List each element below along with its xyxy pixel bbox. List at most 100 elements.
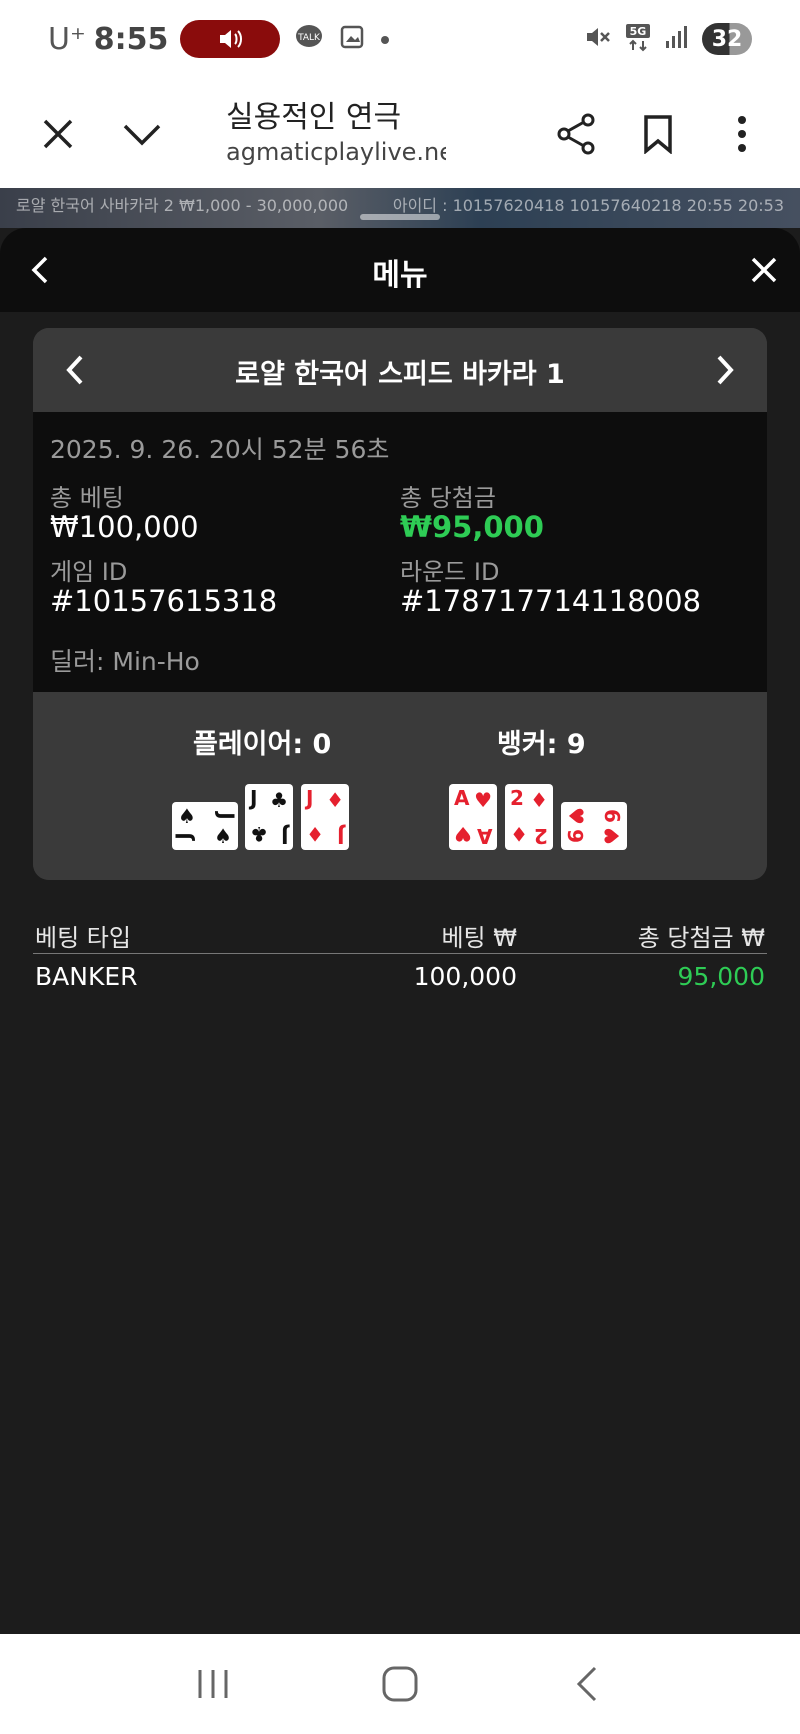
banker-card-1: A ♥ ♥ A bbox=[449, 784, 497, 850]
battery-indicator: 32 bbox=[702, 23, 752, 55]
banker-card-3: ♥ 6 6 ♥ bbox=[561, 802, 627, 850]
round-id-value: #178717714118008 bbox=[400, 584, 702, 618]
recent-apps-icon bbox=[198, 1670, 228, 1698]
player-card-3: J ♦ ♦ J bbox=[301, 784, 349, 850]
talk-icon: TALK bbox=[294, 23, 324, 55]
total-win-label: 총 당첨금 bbox=[400, 484, 496, 512]
close-tab-button[interactable] bbox=[28, 104, 88, 164]
total-win-value: ₩95,000 bbox=[400, 510, 544, 544]
more-options-button[interactable] bbox=[712, 104, 772, 164]
round-result: 플레이어: 0 뱅커: 9 ♠ J J ♠ J ♣ ♣ J J ♦ ♦ J A … bbox=[33, 692, 767, 880]
bet-table-header: 베팅 타입 베팅 ₩ 총 당첨금 ₩ bbox=[33, 912, 767, 954]
system-navigation-bar bbox=[0, 1634, 800, 1734]
more-vert-icon bbox=[738, 116, 746, 152]
card-rank: J bbox=[336, 824, 344, 848]
card-suit: ♠ bbox=[178, 804, 196, 828]
round-info: 2025. 9. 26. 20시 52분 56초 총 베팅 ₩100,000 총… bbox=[33, 412, 767, 692]
bet-table: 베팅 타입 베팅 ₩ 총 당첨금 ₩ BANKER 100,000 95,000 bbox=[33, 912, 767, 998]
round-id-label: 라운드 ID bbox=[400, 558, 500, 586]
banker-card-2: 2 ♦ ♦ 2 bbox=[505, 784, 553, 850]
game-id-label: 게임 ID bbox=[50, 558, 128, 586]
bet-type-cell: BANKER bbox=[35, 962, 138, 991]
share-button[interactable] bbox=[546, 104, 606, 164]
next-round-button[interactable] bbox=[703, 348, 747, 392]
recent-apps-button[interactable] bbox=[183, 1654, 243, 1714]
sound-playing-indicator[interactable] bbox=[180, 20, 281, 58]
card-rank: J bbox=[250, 786, 258, 810]
card-suit: ♣ bbox=[270, 788, 288, 812]
menu-title: 메뉴 bbox=[372, 258, 428, 293]
chevron-right-icon bbox=[717, 355, 734, 385]
card-suit: ♠ bbox=[214, 824, 232, 848]
game-id-value: #10157615318 bbox=[50, 584, 278, 618]
back-button[interactable] bbox=[557, 1654, 617, 1714]
mute-icon bbox=[584, 23, 612, 55]
close-icon bbox=[43, 119, 73, 149]
card-rank: J bbox=[172, 832, 196, 840]
card-rank: 2 bbox=[510, 786, 524, 810]
card-rank: 2 bbox=[534, 824, 548, 848]
minimize-button[interactable] bbox=[112, 104, 172, 164]
card-suit: ♥ bbox=[600, 827, 625, 845]
svg-text:TALK: TALK bbox=[297, 33, 321, 43]
bookmark-button[interactable] bbox=[628, 104, 688, 164]
bet-amount-cell: 100,000 bbox=[413, 962, 517, 991]
home-button[interactable] bbox=[370, 1654, 430, 1714]
table-row: BANKER 100,000 95,000 bbox=[33, 954, 767, 998]
card-rank: A bbox=[454, 786, 470, 810]
card-suit: ♦ bbox=[326, 788, 344, 812]
card-rank: J bbox=[306, 786, 314, 810]
total-bet-value: ₩100,000 bbox=[50, 510, 199, 544]
menu-content: 로얄 한국어 스피드 바카라 1 2025. 9. 26. 20시 52분 56… bbox=[0, 312, 800, 1634]
card-suit: ♥ bbox=[563, 807, 588, 825]
home-icon bbox=[382, 1666, 418, 1702]
card-suit: ♥ bbox=[454, 822, 472, 846]
screenshot-icon bbox=[338, 23, 366, 55]
menu-close-button[interactable] bbox=[742, 248, 786, 292]
network-label: 5G bbox=[630, 25, 647, 38]
close-icon bbox=[751, 257, 777, 283]
page-title: 실용적인 연극 bbox=[226, 100, 402, 135]
speaker-icon bbox=[220, 30, 243, 48]
card-suit: ♣ bbox=[250, 822, 268, 846]
drag-handle[interactable] bbox=[360, 214, 440, 220]
share-icon bbox=[557, 113, 595, 155]
card-suit: ♦ bbox=[510, 822, 528, 846]
game-strip-right-text: 아이디 : 10157620418 10157640218 20:55 20:5… bbox=[392, 196, 784, 215]
card-rank: A bbox=[476, 824, 492, 848]
game-strip-left-text: 로얄 한국어 사바카라 2 ₩1,000 - 30,000,000 bbox=[16, 196, 349, 215]
card-rank: 6 bbox=[600, 809, 625, 823]
menu-header: 메뉴 bbox=[0, 228, 800, 312]
card-header: 로얄 한국어 스피드 바카라 1 bbox=[33, 328, 767, 412]
browser-toolbar: 실용적인 연극 agmaticplaylive.net bbox=[0, 78, 800, 188]
column-header-total-win: 총 당첨금 ₩ bbox=[637, 924, 765, 952]
column-header-bet-amount: 베팅 ₩ bbox=[441, 924, 517, 952]
dealer-name: 딜러: Min-Ho bbox=[50, 647, 200, 676]
total-bet-label: 총 베팅 bbox=[50, 484, 124, 512]
banker-score: 뱅커: 9 bbox=[497, 729, 586, 760]
notification-dot-icon bbox=[380, 30, 390, 49]
round-date: 2025. 9. 26. 20시 52분 56초 bbox=[50, 435, 390, 464]
chevron-down-icon bbox=[123, 124, 161, 146]
card-suit: ♦ bbox=[306, 822, 324, 846]
card-rank: 6 bbox=[563, 829, 588, 843]
round-detail-card: 로얄 한국어 스피드 바카라 1 2025. 9. 26. 20시 52분 56… bbox=[33, 328, 767, 880]
page-url[interactable]: agmaticplaylive.net bbox=[226, 138, 446, 166]
back-icon bbox=[576, 1666, 596, 1702]
player-card-2: J ♣ ♣ J bbox=[245, 784, 293, 850]
card-rank: J bbox=[214, 812, 238, 820]
win-amount-cell: 95,000 bbox=[677, 962, 765, 991]
card-suit: ♥ bbox=[474, 788, 492, 812]
clock: 8:55 bbox=[93, 21, 169, 57]
player-card-1: ♠ J J ♠ bbox=[172, 802, 238, 850]
network-5g-icon: 5G bbox=[624, 22, 652, 56]
carrier-label: U⁺ bbox=[48, 21, 86, 57]
player-score: 플레이어: 0 bbox=[193, 729, 332, 760]
card-rank: J bbox=[280, 824, 288, 848]
column-header-bet-type: 베팅 타입 bbox=[35, 924, 131, 952]
bookmark-icon bbox=[644, 115, 672, 154]
status-bar: U⁺ 8:55 TALK 5G 32 bbox=[0, 0, 800, 78]
game-background-strip: 로얄 한국어 사바카라 2 ₩1,000 - 30,000,000 아이디 : … bbox=[0, 188, 800, 228]
signal-icon bbox=[664, 24, 690, 54]
table-name: 로얄 한국어 스피드 바카라 1 bbox=[235, 359, 565, 390]
